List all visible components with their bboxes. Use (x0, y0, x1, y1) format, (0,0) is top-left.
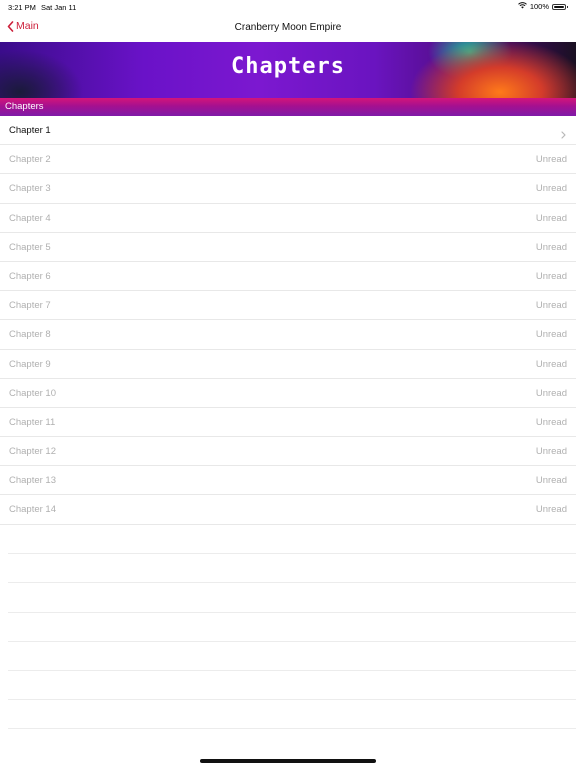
chapter-label: Chapter 8 (9, 329, 51, 341)
status-bar: 3:21 PM Sat Jan 11 100% (0, 0, 576, 14)
chapter-status: Unread (535, 329, 567, 341)
empty-row (8, 671, 576, 701)
chapter-row[interactable]: Chapter 6 Unread (0, 262, 576, 292)
chapter-status: Unread (535, 446, 567, 458)
chapter-row[interactable]: Chapter 14 Unread (0, 495, 576, 525)
empty-row (8, 525, 576, 555)
page-title: Cranberry Moon Empire (234, 22, 342, 33)
chapter-status: Unread (535, 358, 567, 370)
chapter-label: Chapter 5 (9, 241, 51, 253)
chapter-status: Unread (535, 183, 567, 195)
chapter-row[interactable]: Chapter 4 Unread (0, 204, 576, 233)
chapter-label: Chapter 2 (9, 154, 51, 166)
section-header: Chapters (0, 98, 576, 116)
wifi-icon (517, 2, 527, 11)
chapter-row[interactable]: Chapter 11 Unread (0, 408, 576, 438)
chapter-status: Unread (535, 504, 567, 516)
chapter-status: Unread (535, 387, 567, 399)
chapter-row[interactable]: Chapter 9 Unread (0, 350, 576, 379)
chapter-row[interactable]: Chapter 1 (0, 116, 576, 146)
chapter-label: Chapter 10 (9, 387, 57, 399)
chapter-label: Chapter 9 (9, 358, 51, 370)
chapter-label: Chapter 6 (9, 270, 51, 282)
chapter-row[interactable]: Chapter 3 Unread (0, 174, 576, 204)
status-indicators: 100% (517, 2, 568, 11)
chapter-label: Chapter 7 (9, 300, 51, 312)
chevron-right-icon (561, 126, 566, 144)
chapter-row[interactable]: Chapter 8 Unread (0, 320, 576, 350)
chapter-list: Chapter 1 Chapter 2 Unread Chapter 3 Unr… (0, 116, 576, 525)
empty-row (8, 583, 576, 613)
navigation-bar: Main Cranberry Moon Empire (0, 14, 576, 42)
section-header-label: Chapters (5, 101, 44, 112)
status-date: Sat Jan 11 (41, 3, 77, 12)
banner-title: Chapters (231, 54, 345, 79)
chapter-label: Chapter 11 (9, 416, 56, 428)
chapter-label: Chapter 12 (9, 446, 57, 458)
battery-percent: 100% (529, 2, 549, 11)
home-indicator[interactable] (200, 759, 376, 763)
chapter-status: Unread (535, 475, 567, 487)
chapter-status: Unread (535, 270, 567, 282)
chapters-banner: Chapters (0, 42, 576, 98)
chapter-row[interactable]: Chapter 12 Unread (0, 437, 576, 467)
chapter-status: Unread (535, 416, 567, 428)
chapter-label: Chapter 13 (9, 475, 57, 487)
chapter-label: Chapter 14 (9, 504, 57, 516)
empty-row (8, 613, 576, 642)
chapter-status: Unread (535, 154, 567, 166)
chapter-status: Unread (535, 241, 567, 253)
chapter-row[interactable]: Chapter 2 Unread (0, 145, 576, 175)
battery-icon (552, 3, 568, 10)
chapter-row[interactable]: Chapter 13 Unread (0, 466, 576, 496)
empty-row (8, 700, 576, 730)
chapter-status: Unread (535, 300, 567, 312)
chapter-status: Unread (535, 212, 567, 224)
chapter-row[interactable]: Chapter 10 Unread (0, 379, 576, 408)
chapter-label: Chapter 4 (9, 212, 51, 224)
chapter-label: Chapter 3 (9, 183, 51, 195)
chapter-row[interactable]: Chapter 7 Unread (0, 291, 576, 321)
empty-list-area (0, 525, 576, 730)
chapter-row[interactable]: Chapter 5 Unread (0, 233, 576, 262)
status-time: 3:21 PM (8, 3, 36, 12)
empty-row (8, 554, 576, 584)
empty-row (8, 642, 576, 671)
chapter-label: Chapter 1 (9, 125, 51, 136)
